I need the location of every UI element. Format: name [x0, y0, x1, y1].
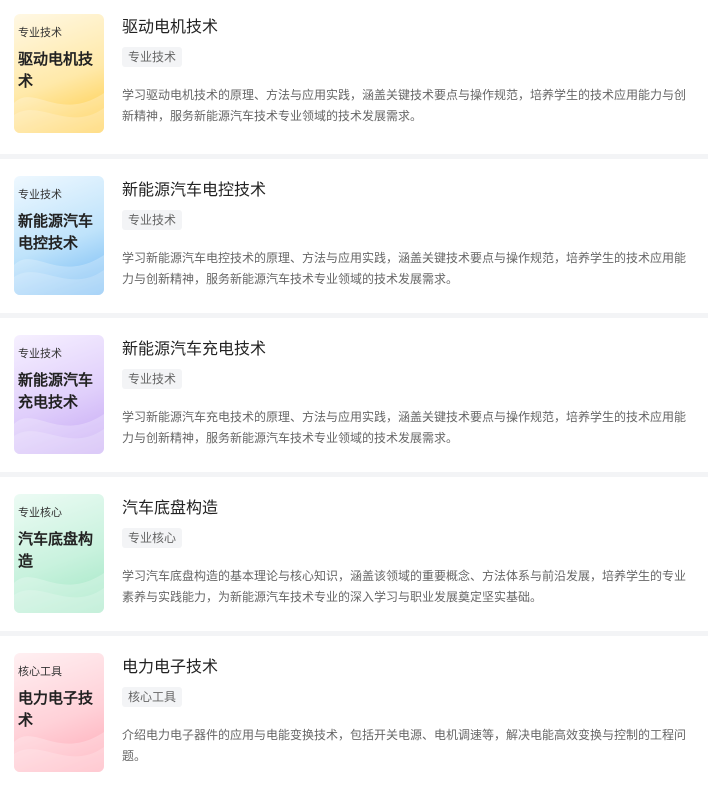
category-badge: 专业技术: [122, 369, 183, 389]
course-title[interactable]: 新能源汽车充电技术: [122, 338, 266, 360]
course-card-ev-control[interactable]: 专业技术 新能源汽车电控技术 新能源汽车电控技术 专业技术 学习新能源汽车电控技…: [0, 154, 708, 313]
category-badge: 专业技术: [122, 210, 183, 230]
course-card-ev-charging[interactable]: 专业技术 新能源汽车充电技术 新能源汽车充电技术 专业技术 学习新能源汽车充电技…: [0, 313, 708, 472]
thumbnail-title: 新能源汽车电控技术: [18, 212, 94, 252]
course-card-chassis[interactable]: 专业核心 汽车底盘构造 汽车底盘构造 专业核心 学习汽车底盘构造的基本理论与核心…: [0, 472, 708, 631]
course-description: 学习汽车底盘构造的基本理论与核心知识，涵盖该领域的重要概念、方法体系与前沿发展，…: [122, 569, 687, 604]
category-badge: 专业技术: [122, 47, 183, 67]
course-title[interactable]: 电力电子技术: [122, 656, 218, 678]
thumbnail-category: 专业核心: [18, 506, 62, 519]
thumbnail-title: 驱动电机技术: [18, 50, 94, 90]
course-title[interactable]: 新能源汽车电控技术: [122, 179, 266, 201]
course-thumbnail[interactable]: 专业技术 新能源汽车充电技术: [14, 335, 104, 454]
course-description: 学习新能源汽车电控技术的原理、方法与应用实践，涵盖关键技术要点与操作规范，培养学…: [122, 251, 687, 286]
category-badge: 专业核心: [122, 528, 183, 548]
course-description: 介绍电力电子器件的应用与电能变换技术，包括开关电源、电机调速等，解决电能高效变换…: [122, 728, 687, 763]
course-title[interactable]: 汽车底盘构造: [122, 497, 218, 519]
course-card-drive-motor[interactable]: 专业技术 驱动电机技术 驱动电机技术 专业技术 学习驱动电机技术的原理、方法与应…: [0, 0, 708, 154]
thumbnail-title: 汽车底盘构造: [18, 530, 94, 570]
thumbnail-title: 电力电子技术: [18, 689, 94, 729]
course-card-power-electronics[interactable]: 核心工具 电力电子技术 电力电子技术 核心工具 介绍电力电子器件的应用与电能变换…: [0, 631, 708, 790]
course-description: 学习驱动电机技术的原理、方法与应用实践，涵盖关键技术要点与操作规范，培养学生的技…: [122, 88, 687, 123]
thumbnail-category: 专业技术: [18, 347, 62, 360]
thumbnail-category: 专业技术: [18, 188, 62, 201]
course-title[interactable]: 驱动电机技术: [122, 16, 218, 38]
course-thumbnail[interactable]: 专业技术 新能源汽车电控技术: [14, 176, 104, 295]
course-description: 学习新能源汽车充电技术的原理、方法与应用实践，涵盖关键技术要点与操作规范，培养学…: [122, 410, 687, 445]
course-thumbnail[interactable]: 专业技术 驱动电机技术: [14, 14, 104, 133]
course-thumbnail[interactable]: 核心工具 电力电子技术: [14, 653, 104, 772]
category-badge: 核心工具: [122, 687, 183, 707]
course-list: 专业技术 驱动电机技术 驱动电机技术 专业技术 学习驱动电机技术的原理、方法与应…: [0, 0, 708, 790]
thumbnail-category: 核心工具: [18, 665, 62, 678]
thumbnail-title: 新能源汽车充电技术: [18, 371, 94, 411]
course-thumbnail[interactable]: 专业核心 汽车底盘构造: [14, 494, 104, 613]
thumbnail-category: 专业技术: [18, 26, 62, 39]
